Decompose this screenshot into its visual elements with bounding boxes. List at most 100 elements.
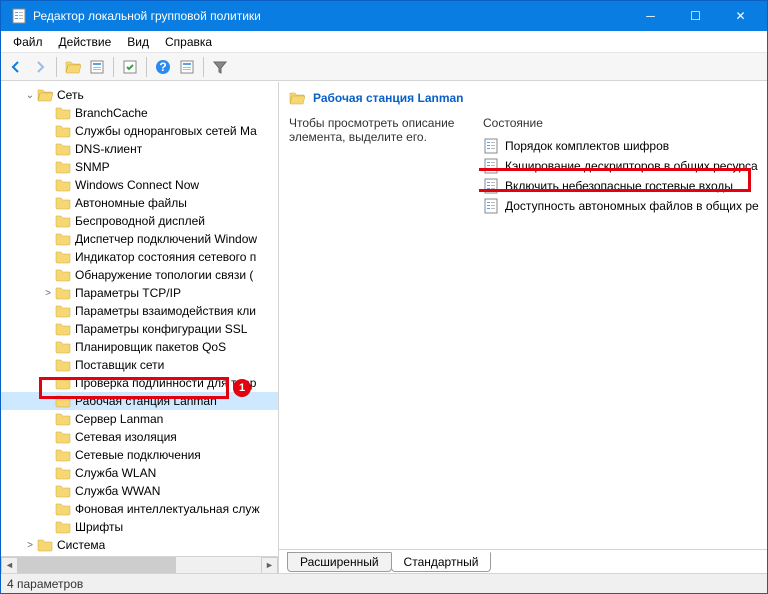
folder-icon: [55, 213, 71, 229]
tree-node-item[interactable]: Проверка подлинности для терр: [1, 374, 278, 392]
tree-node-item[interactable]: Служба WLAN: [1, 464, 278, 482]
policy-item[interactable]: Доступность автономных файлов в общих ре: [483, 196, 763, 216]
folder-open-icon: [289, 90, 305, 106]
tree-item-label: Автономные файлы: [75, 196, 187, 210]
tree-item-label: Проверка подлинности для терр: [75, 376, 256, 390]
tree-node-item[interactable]: SNMP: [1, 158, 278, 176]
policy-item[interactable]: Кэширование дескрипторов в общих ресурса: [483, 156, 763, 176]
policy-label: Включить небезопасные гостевые входы: [505, 179, 733, 193]
folder-icon: [55, 447, 71, 463]
content-area: ⌄СетьBranchCacheСлужбы одноранговых сете…: [1, 81, 767, 573]
close-button[interactable]: ✕: [718, 1, 763, 31]
export-list-button[interactable]: [119, 56, 141, 78]
tree-item-label: SNMP: [75, 160, 110, 174]
up-button[interactable]: [62, 56, 84, 78]
tree-item-label: Беспроводной дисплей: [75, 214, 205, 228]
folder-icon: [55, 483, 71, 499]
tree-item-label: Планировщик пакетов QoS: [75, 340, 226, 354]
tree-node-item[interactable]: Рабочая станция Lanman: [1, 392, 278, 410]
forward-button[interactable]: [29, 56, 51, 78]
maximize-button[interactable]: ☐: [673, 1, 718, 31]
details-title: Рабочая станция Lanman: [313, 91, 464, 105]
folder-icon: [55, 177, 71, 193]
policy-icon: [483, 138, 499, 154]
tree-node-item[interactable]: Сетевая изоляция: [1, 428, 278, 446]
tree-node-item[interactable]: DNS-клиент: [1, 140, 278, 158]
tree-node-item[interactable]: Обнаружение топологии связи (: [1, 266, 278, 284]
folder-icon: [55, 465, 71, 481]
tree-item-label: Сетевые подключения: [75, 448, 201, 462]
filter-button[interactable]: [209, 56, 231, 78]
minimize-button[interactable]: ─: [628, 1, 673, 31]
tree-node-item[interactable]: Диспетчер подключений Window: [1, 230, 278, 248]
expander-icon[interactable]: >: [41, 288, 55, 299]
folder-icon: [55, 357, 71, 373]
tree-node-item[interactable]: Службы одноранговых сетей Ма: [1, 122, 278, 140]
tree-node-item[interactable]: Параметры взаимодействия кли: [1, 302, 278, 320]
tree-node-system[interactable]: > Система: [1, 536, 278, 554]
policy-icon: [483, 198, 499, 214]
tree-node-item[interactable]: Планировщик пакетов QoS: [1, 338, 278, 356]
policy-item[interactable]: Включить небезопасные гостевые входы: [483, 176, 763, 196]
menu-file[interactable]: Файл: [5, 33, 51, 51]
scrollbar-track[interactable]: [18, 557, 261, 574]
tree-horizontal-scrollbar[interactable]: ◄ ►: [1, 556, 278, 573]
toolbar: [1, 53, 767, 81]
tree-item-label: Обнаружение топологии связи (: [75, 268, 253, 282]
menu-view[interactable]: Вид: [119, 33, 157, 51]
tree-node-item[interactable]: Сетевые подключения: [1, 446, 278, 464]
tree-item-label: Параметры конфигурации SSL: [75, 322, 247, 336]
back-button[interactable]: [5, 56, 27, 78]
tree: ⌄СетьBranchCacheСлужбы одноранговых сете…: [1, 82, 278, 556]
folder-icon: [55, 249, 71, 265]
scrollbar-thumb[interactable]: [18, 557, 176, 574]
tree-node-item[interactable]: Параметры конфигурации SSL: [1, 320, 278, 338]
tree-item-label: Параметры TCP/IP: [75, 286, 181, 300]
tab-standard[interactable]: Стандартный: [391, 552, 492, 572]
tree-node-item[interactable]: BranchCache: [1, 104, 278, 122]
toolbar-separator: [113, 57, 114, 77]
menu-help[interactable]: Справка: [157, 33, 220, 51]
tree-node-network[interactable]: ⌄Сеть: [1, 86, 278, 104]
tree-node-item[interactable]: Шрифты: [1, 518, 278, 536]
toolbar-separator: [56, 57, 57, 77]
tree-item-label: Рабочая станция Lanman: [75, 394, 217, 408]
tree-node-item[interactable]: > Параметры TCP/IP: [1, 284, 278, 302]
policy-label: Доступность автономных файлов в общих ре: [505, 199, 759, 213]
app-icon: [11, 8, 27, 24]
tree-node-item[interactable]: Беспроводной дисплей: [1, 212, 278, 230]
status-text: 4 параметров: [7, 577, 83, 591]
tree-node-item[interactable]: Служба WWAN: [1, 482, 278, 500]
scroll-left-button[interactable]: ◄: [1, 557, 18, 574]
state-header: Состояние: [483, 116, 763, 130]
toolbar-separator: [146, 57, 147, 77]
folder-icon: [55, 267, 71, 283]
show-hide-tree-button[interactable]: [86, 56, 108, 78]
properties-button[interactable]: [176, 56, 198, 78]
folder-icon: [55, 303, 71, 319]
folder-icon: [55, 501, 71, 517]
expander-icon[interactable]: ⌄: [23, 90, 37, 101]
tree-item-label: Шрифты: [75, 520, 123, 534]
tree-node-item[interactable]: Индикатор состояния сетевого п: [1, 248, 278, 266]
expander-icon[interactable]: >: [23, 540, 37, 551]
tree-item-label: Служба WLAN: [75, 466, 156, 480]
tree-node-item[interactable]: Windows Connect Now: [1, 176, 278, 194]
tree-item-label: Поставщик сети: [75, 358, 164, 372]
tree-item-label: Служба WWAN: [75, 484, 160, 498]
description-text: Чтобы просмотреть описание элемента, выд…: [289, 116, 469, 144]
help-button[interactable]: [152, 56, 174, 78]
tree-node-item[interactable]: Автономные файлы: [1, 194, 278, 212]
tree-node-item[interactable]: Фоновая интеллектуальная служ: [1, 500, 278, 518]
tree-item-label: Система: [57, 538, 105, 552]
menu-action[interactable]: Действие: [51, 33, 120, 51]
toolbar-separator: [203, 57, 204, 77]
tree-node-item[interactable]: Сервер Lanman: [1, 410, 278, 428]
tree-scroll[interactable]: ⌄СетьBranchCacheСлужбы одноранговых сете…: [1, 82, 278, 556]
tree-node-item[interactable]: Поставщик сети: [1, 356, 278, 374]
app-window: Редактор локальной групповой политики ─ …: [0, 0, 768, 594]
policy-item[interactable]: Порядок комплектов шифров: [483, 136, 763, 156]
tab-extended[interactable]: Расширенный: [287, 552, 392, 572]
folder-icon: [55, 159, 71, 175]
scroll-right-button[interactable]: ►: [261, 557, 278, 574]
